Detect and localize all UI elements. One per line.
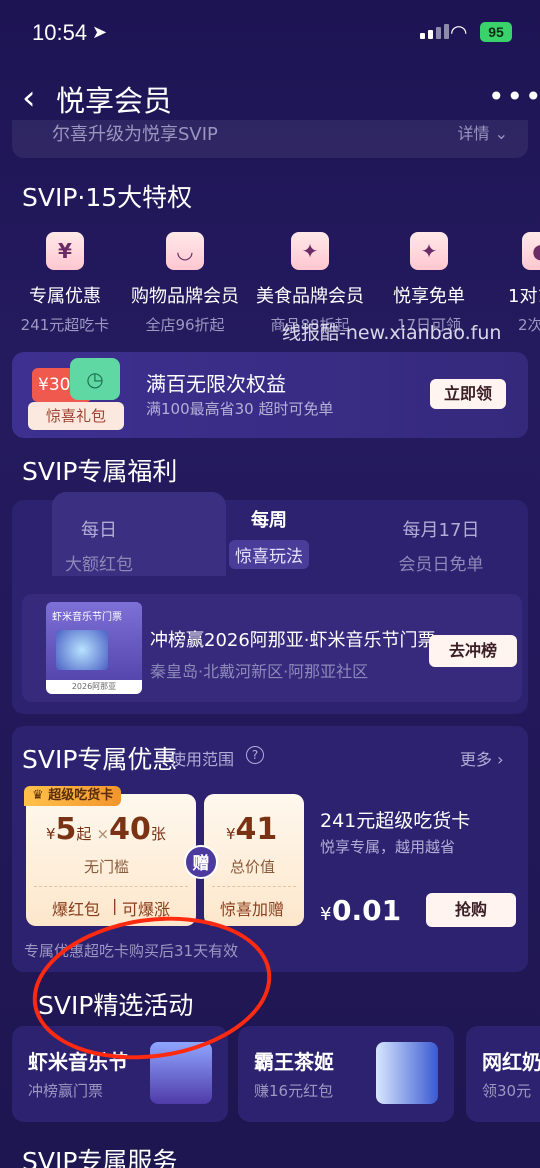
privilege-sub: 2次 (518, 316, 540, 334)
details-link[interactable]: 详情 ⌄ (458, 120, 509, 144)
tab-weekly-label: 每周 (251, 510, 287, 531)
activity-sub: 赚16元红包 (254, 1082, 334, 1100)
coupon-footer-separator: | (112, 896, 118, 915)
tab-monthly[interactable]: 每月17日 会员日免单 (376, 516, 506, 575)
privilege-sub: 全店96折起 (145, 316, 225, 334)
chat-icon: ◐ (522, 232, 540, 270)
privileges-title: SVIP·15大特权 (22, 183, 193, 212)
coupon-divider (212, 886, 296, 887)
privilege-name: 1对1 (508, 286, 540, 307)
go-rank-button[interactable]: 去冲榜 (429, 635, 517, 667)
tab-daily-label: 每日 (81, 520, 117, 541)
tea-cups-image (376, 1042, 438, 1104)
ticket-image-title: 虾米音乐节门票 (52, 612, 122, 623)
card-name: 241元超级吃货卡 (320, 810, 471, 832)
price-symbol: ¥ (320, 904, 332, 925)
privilege-item-one-on-one[interactable]: ◐ 1对1 2次 (500, 232, 540, 335)
ticket-location: 秦皇岛·北戴河新区·阿那亚社区 (150, 662, 369, 681)
tab-weekly[interactable]: 每周 惊喜玩法 (204, 506, 334, 569)
location-arrow-icon: ➤ (92, 22, 108, 43)
benefits-title: SVIP专属福利 (22, 457, 178, 486)
claim-now-button[interactable]: 立即领 (430, 379, 506, 409)
tab-weekly-sub: 惊喜玩法 (229, 540, 309, 569)
yen-ticket-icon: ¥ (46, 232, 84, 270)
card-description: 悦享专属，越用越省 (320, 838, 456, 856)
privilege-sub: 241元超吃卡 (20, 316, 110, 334)
gift-title: 满百无限次权益 (146, 372, 286, 396)
wifi-icon: ◠ (450, 20, 468, 44)
tab-monthly-sub: 会员日免单 (398, 555, 484, 575)
clock-icon: ◷ (70, 358, 120, 400)
ticket-title: 冲榜赢2026阿那亚·虾米音乐节门票 (150, 630, 436, 651)
help-icon[interactable]: ? (246, 746, 264, 764)
page-title: 悦享会员 (56, 84, 173, 118)
tab-daily-sub: 大额红包 (65, 555, 133, 575)
activity-card-milk-tea[interactable]: 网红奶 领30元 (466, 1026, 540, 1122)
activity-sub: 冲榜赢门票 (28, 1082, 104, 1100)
coupon-red-packets[interactable]: ¥5起 ×40张 无门槛 爆红包 | 可爆涨 (26, 794, 196, 926)
festival-ticket-image: 虾米音乐节门票 2026阿那亚 (46, 602, 142, 694)
price-value: 0.01 (332, 894, 402, 927)
usage-scope-link[interactable]: 使用范围 (170, 746, 234, 770)
more-link[interactable]: 更多 › (460, 746, 504, 770)
gift-badge: 赠 (184, 845, 218, 879)
more-options-icon[interactable]: ••• (488, 80, 540, 113)
coupon-amount: ¥5起 ×40张 (46, 812, 166, 847)
bonus-amount: ¥41 (226, 812, 278, 847)
activity-card-chagee[interactable]: 霸王茶姬 赚16元红包 (238, 1026, 454, 1122)
upgrade-notice-text: 尔喜升级为悦享SVIP (52, 124, 218, 145)
cellular-signal-icon (420, 24, 449, 39)
privilege-name: 美食品牌会员 (256, 286, 364, 307)
food-dome-icon: ✦ (291, 232, 329, 270)
watermark-text: 线报酷-new.xianbao.fun (282, 322, 502, 344)
gift-tag: 惊喜礼包 (28, 402, 124, 430)
gift-package-illustration: ¥30 ◷ 惊喜礼包 (28, 358, 124, 432)
status-time: 10:54 (32, 20, 88, 45)
services-title: SVIP专属服务 (22, 1147, 178, 1168)
shopping-bag-icon: ◡ (166, 232, 204, 270)
bonus-footer: 惊喜加赠 (220, 900, 285, 919)
tab-monthly-label: 每月17日 (402, 520, 480, 541)
privilege-item-shopping-member[interactable]: ◡ 购物品牌会员 全店96折起 (120, 232, 250, 335)
super-foodie-card-tag: ♛ 超级吃货卡 (24, 786, 122, 806)
coupon-desc: 无门槛 (84, 858, 130, 876)
coupon-bonus-value[interactable]: ¥41 总价值 惊喜加赠 (204, 794, 304, 926)
ticket-image-footer: 2026阿那亚 (46, 680, 142, 694)
buy-now-button[interactable]: 抢购 (426, 893, 516, 927)
drink-cup-icon: ✦ (410, 232, 448, 270)
gift-subtitle: 满100最高省30 超时可免单 (146, 400, 334, 418)
coupon-divider (34, 886, 188, 887)
stage-graphic (56, 630, 108, 670)
back-arrow-icon[interactable]: ‹ (22, 78, 52, 118)
coupon-footer-left: 爆红包 (52, 900, 101, 919)
battery-indicator: 95 (480, 22, 512, 42)
discount-title: SVIP专属优惠 (22, 745, 178, 774)
tab-daily[interactable]: 每日 大额红包 (34, 516, 164, 575)
activity-sub: 领30元 (482, 1082, 532, 1100)
bonus-desc: 总价值 (230, 858, 276, 876)
privilege-name: 购物品牌会员 (131, 286, 239, 307)
privilege-item-exclusive-discount[interactable]: ¥ 专属优惠 241元超吃卡 (0, 232, 130, 335)
activity-name: 网红奶 (482, 1050, 540, 1074)
activity-name: 霸王茶姬 (254, 1050, 334, 1074)
upgrade-notice-strip[interactable]: 尔喜升级为悦享SVIP 详情 ⌄ (12, 120, 528, 158)
privilege-name: 专属优惠 (29, 286, 101, 307)
privilege-name: 悦享免单 (393, 286, 465, 307)
